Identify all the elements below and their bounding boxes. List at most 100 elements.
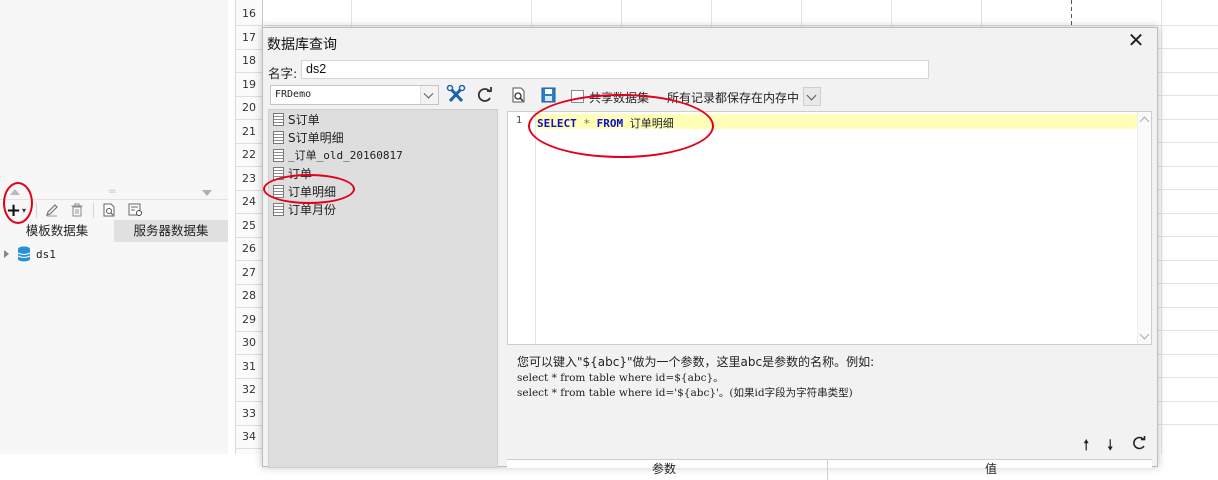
grid-line — [1158, 48, 1218, 49]
save-sql-button[interactable] — [541, 87, 559, 105]
manage-button[interactable] — [126, 200, 144, 220]
grid-line — [1158, 283, 1218, 284]
grid-line — [1158, 95, 1218, 96]
move-down-button[interactable]: 🠗 — [1107, 435, 1113, 460]
dialog-title: 数据库查询 — [267, 37, 337, 53]
toolbar-divider — [93, 203, 94, 218]
hint-line: 您可以键入"${abc}"做为一个参数，这里abc是参数的名称。例如: — [517, 355, 875, 369]
refresh-icon — [477, 87, 492, 102]
save-icon — [541, 87, 556, 103]
row-numbers: 16 17 18 19 20 21 22 23 24 25 26 27 28 2… — [235, 0, 263, 454]
sql-toolbar: 共享数据集 所有记录都保存在内存中 — [505, 83, 1153, 109]
scroll-down-icon[interactable] — [1139, 329, 1150, 340]
preview-button[interactable] — [100, 200, 118, 220]
toolbar-divider — [36, 203, 37, 218]
tab-template-datasets[interactable]: 模板数据集 — [0, 220, 114, 242]
add-icon: + — [5, 199, 22, 221]
grid-line — [1158, 236, 1218, 237]
memory-option-label: 所有记录都保存在内存中 — [667, 91, 800, 105]
grid-line — [1161, 0, 1162, 454]
line-number: 1 — [516, 115, 523, 126]
table-list-item[interactable]: 订单明细 — [269, 182, 497, 200]
grid-line — [1158, 142, 1218, 143]
panel-splitter[interactable]: = — [0, 186, 228, 200]
hint-line: select * from table where id=${abc}。 — [517, 372, 724, 384]
scroll-up-icon[interactable] — [1139, 116, 1150, 127]
table-panel: FRDemo S订单 S订单明细 _订单_old_20160817 订单 订单明… — [268, 83, 498, 468]
refresh-params-button[interactable] — [1131, 435, 1147, 455]
database-query-dialog: 数据库查询 ✕ 名字: ds2 FRDemo S订单 S订单明细 _订单_old… — [262, 27, 1158, 480]
close-button[interactable]: ✕ — [1125, 30, 1147, 52]
database-select-value: FRDemo — [275, 89, 312, 100]
row-number: 19 — [235, 73, 263, 97]
grip-icon[interactable]: = — [108, 187, 116, 197]
edit-button[interactable] — [43, 200, 61, 220]
table-name: S订单明细 — [288, 130, 344, 145]
preview-icon — [103, 203, 115, 217]
row-number: 28 — [235, 284, 263, 308]
refresh-icon — [1133, 436, 1146, 450]
row-number: 23 — [235, 167, 263, 191]
line-number-gutter: 1 — [508, 112, 536, 344]
sql-table-name: 订单明细 — [629, 117, 674, 130]
table-list-item[interactable]: S订单明细 — [269, 128, 497, 146]
table-icon — [273, 166, 284, 180]
table-name: S订单 — [288, 112, 320, 127]
chevron-down-icon: ▾ — [22, 205, 27, 215]
grid-line — [1158, 354, 1218, 355]
dataset-toolbar: + ▾ — [0, 199, 228, 221]
sql-code-line[interactable]: SELECT * FROM 订单明细 — [537, 115, 674, 131]
tree-item-ds1[interactable]: ds1 — [0, 244, 228, 264]
grid-line — [1158, 25, 1218, 26]
move-up-button[interactable]: 🠕 — [1083, 435, 1089, 460]
grid-line — [1158, 72, 1218, 73]
chevron-down-icon[interactable] — [420, 86, 438, 104]
table-list: S订单 S订单明细 _订单_old_20160817 订单 订单明细 订单月份 — [268, 109, 498, 468]
name-label: 名字: — [268, 66, 298, 81]
table-list-item[interactable]: 订单 — [269, 164, 497, 182]
close-icon: ✕ — [1127, 28, 1145, 52]
grid-line — [1158, 119, 1218, 120]
sql-star: * — [583, 117, 590, 130]
collapse-up-icon[interactable] — [10, 189, 20, 195]
memory-option-dropdown[interactable] — [803, 87, 821, 106]
add-dataset-button[interactable]: + ▾ — [4, 199, 28, 221]
tab-server-datasets[interactable]: 服务器数据集 — [114, 220, 228, 242]
grid-line — [1158, 307, 1218, 308]
sql-keyword: FROM — [596, 117, 624, 130]
expand-arrow-icon[interactable] — [4, 250, 9, 258]
row-number: 22 — [235, 143, 263, 167]
preview-button[interactable] — [511, 87, 529, 105]
grid-line — [264, 25, 1164, 26]
row-number: 32 — [235, 378, 263, 402]
table-list-item[interactable]: _订单_old_20160817 — [269, 146, 497, 164]
parameter-hints: 您可以键入"${abc}"做为一个参数，这里abc是参数的名称。例如: sele… — [517, 353, 1137, 400]
name-input[interactable]: ds2 — [301, 60, 929, 79]
refresh-button[interactable] — [475, 85, 497, 105]
editor-scrollbar[interactable] — [1137, 112, 1151, 344]
sql-editor[interactable]: 1 SELECT * FROM 订单明细 — [507, 111, 1152, 345]
row-number: 26 — [235, 237, 263, 261]
collapse-down-icon[interactable] — [202, 190, 212, 196]
row-number: 21 — [235, 120, 263, 144]
param-column-header: 参数 — [652, 462, 677, 476]
dataset-tabs: 模板数据集 服务器数据集 — [0, 220, 228, 242]
wrench-icon — [446, 84, 466, 103]
connection-settings-button[interactable] — [446, 84, 468, 105]
table-list-item[interactable]: 订单月份 — [269, 200, 497, 218]
row-number: 18 — [235, 49, 263, 73]
row-number: 16 — [235, 2, 263, 26]
database-select[interactable]: FRDemo — [270, 85, 439, 105]
manage-icon — [128, 203, 142, 216]
edit-icon — [46, 204, 58, 217]
share-dataset-checkbox[interactable] — [571, 90, 584, 103]
grid-line — [1158, 377, 1218, 378]
row-number: 34 — [235, 425, 263, 449]
row-number: 27 — [235, 261, 263, 285]
delete-button[interactable] — [68, 200, 86, 220]
row-number: 33 — [235, 402, 263, 426]
preview-icon — [512, 87, 525, 103]
table-list-item[interactable]: S订单 — [269, 110, 497, 128]
table-icon — [273, 130, 284, 144]
table-name: 订单明细 — [288, 184, 337, 199]
